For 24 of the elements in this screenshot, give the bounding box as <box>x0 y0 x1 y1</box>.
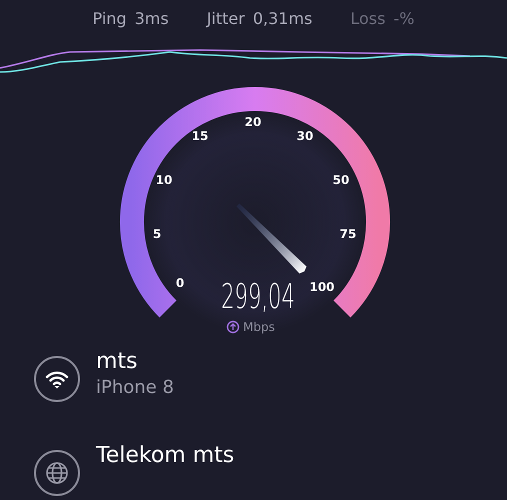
gauge-tick-label: 10 <box>156 173 172 187</box>
gauge-tick-label: 0 <box>176 276 184 290</box>
gauge-tick-label: 15 <box>192 129 208 143</box>
globe-icon <box>34 450 80 496</box>
speed-value: 299,04 <box>221 276 295 316</box>
gauge-tick-label: 75 <box>340 227 356 241</box>
upload-icon <box>226 320 240 334</box>
stat-label: Ping <box>92 8 127 28</box>
gauge-tick-label: 100 <box>309 280 335 294</box>
network-name: Telekom mts <box>96 442 234 470</box>
stat-value: 3ms <box>134 8 169 28</box>
gauge-tick-label: 30 <box>296 129 314 143</box>
stat-label: Jitter <box>206 8 245 28</box>
gauge-tick-label: 50 <box>332 173 350 187</box>
device-name: iPhone 8 <box>96 376 174 400</box>
stat-value: -% <box>393 8 414 28</box>
stat-value: 0,31ms <box>252 8 312 28</box>
gauge-tick-label: 5 <box>152 227 162 241</box>
speed-unit: Mbps <box>243 320 275 334</box>
stat-label: Loss <box>350 8 386 28</box>
network-name: mts <box>96 348 139 376</box>
gauge-needle <box>236 204 307 274</box>
wifi-icon <box>34 356 80 402</box>
gauge-tick-label: 20 <box>244 115 262 129</box>
